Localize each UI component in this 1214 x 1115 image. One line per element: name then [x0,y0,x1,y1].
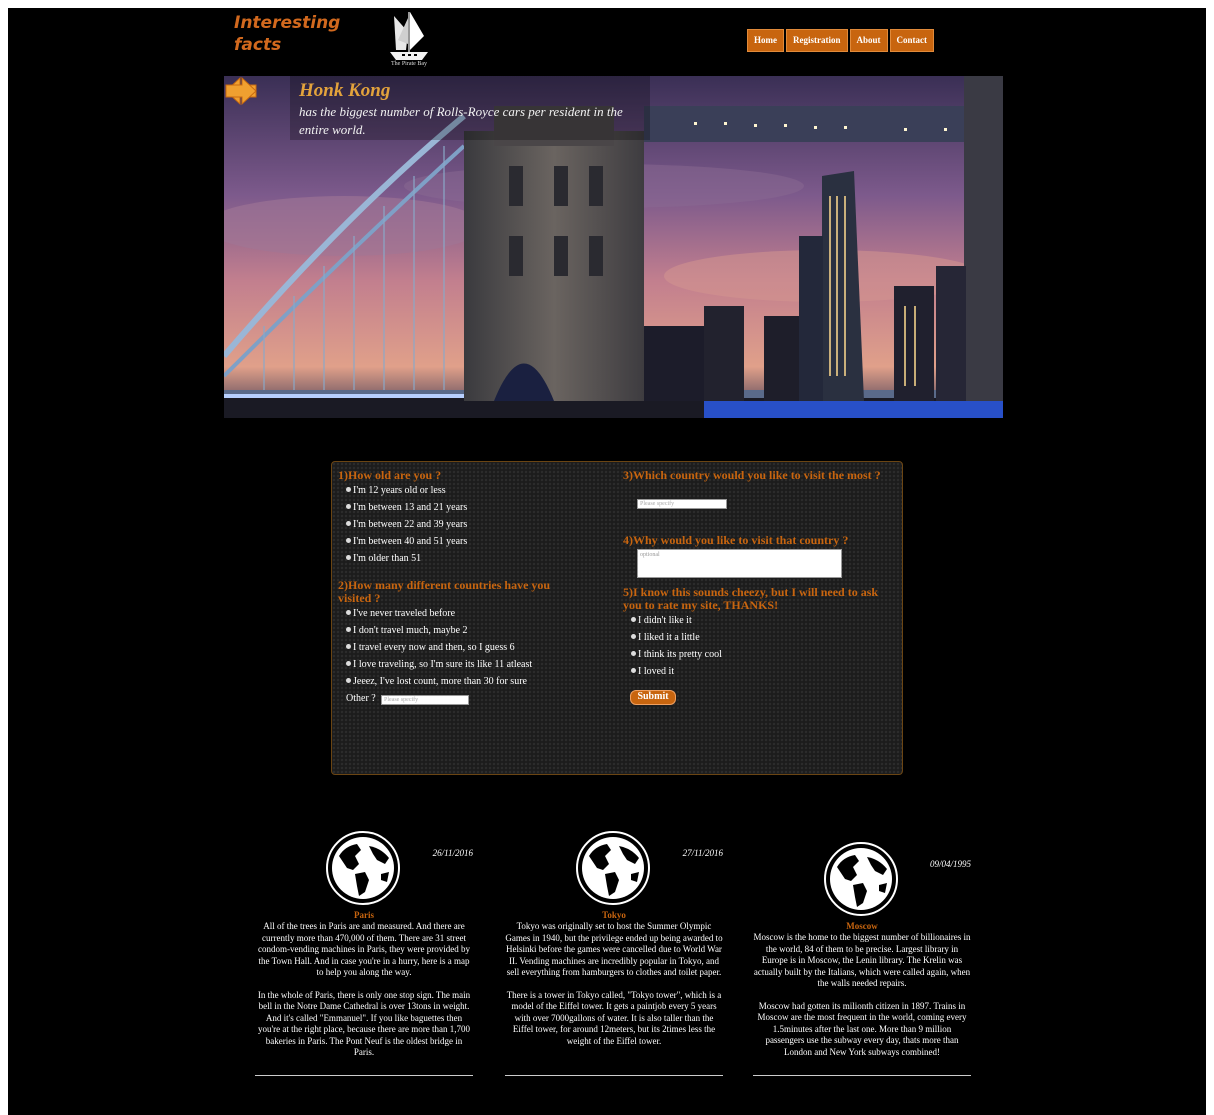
q1-option-2[interactable]: I'm between 13 and 21 years [346,501,467,515]
radio-icon[interactable] [346,627,351,632]
brand-caption: The Pirate Bay [391,61,427,67]
card-paragraph-2: There is a tower in Tokyo called, "Tokyo… [506,989,722,1046]
question-4-label: 4)Why would you like to visit that count… [623,533,849,547]
question-3-label: 3)Which country would you like to visit … [623,468,881,482]
q2-option-1[interactable]: I've never traveled before [346,607,455,621]
q4-reason-textarea[interactable]: optional [637,549,842,578]
card-paragraph-1: Moscow is the home to the biggest number… [753,932,971,988]
logo-line-2: facts [234,35,282,55]
q2-option-1-label: I've never traveled before [353,608,456,619]
card-paragraph-1: Tokyo was originally set to host the Sum… [505,921,723,977]
card-body: All of the trees in Paris are and measur… [255,921,473,1070]
radio-icon[interactable] [346,538,351,543]
card-city: Paris [354,910,374,920]
main-nav: Home Registration About Contact [747,29,935,52]
q5-option-4[interactable]: I loved it [631,665,674,679]
q1-option-2-label: I'm between 13 and 21 years [353,502,468,513]
q5-option-3-label: I think its pretty cool [638,649,722,660]
q2-option-4-label: I love traveling, so I'm sure its like 1… [353,659,533,670]
fact-title: Honk Kong [299,80,391,101]
q3-country-input[interactable]: Please specify [637,499,727,509]
card-divider [753,1075,971,1076]
radio-icon[interactable] [631,651,636,656]
q1-option-4[interactable]: I'm between 40 and 51 years [346,535,467,549]
q2-option-2[interactable]: I don't travel much, maybe 2 [346,624,468,638]
card-body: Tokyo was originally set to host the Sum… [505,921,723,1058]
q1-option-5-label: I'm older than 51 [353,553,422,564]
card-paragraph-1: All of the trees in Paris are and measur… [258,921,470,977]
q5-option-4-label: I loved it [638,666,675,677]
city-card-tokyo: 27/11/2016 Tokyo Tokyo was originally se… [505,828,723,1083]
q2-other-input[interactable]: Please specify [381,695,469,705]
nav-contact[interactable]: Contact [889,29,935,52]
globe-icon [576,831,650,905]
q2-option-4[interactable]: I love traveling, so I'm sure its like 1… [346,658,532,672]
q1-option-3[interactable]: I'm between 22 and 39 years [346,518,467,532]
radio-icon[interactable] [346,678,351,683]
q5-option-2-label: I liked it a little [638,632,700,643]
q1-option-3-label: I'm between 22 and 39 years [353,519,468,530]
q5-option-2[interactable]: I liked it a little [631,631,700,645]
card-divider [505,1075,723,1076]
radio-icon[interactable] [346,644,351,649]
radio-icon[interactable] [631,634,636,639]
arrow-right-icon[interactable] [224,76,258,106]
card-paragraph-2: In the whole of Paris, there is only one… [257,989,471,1058]
card-divider [255,1075,473,1076]
card-date: 09/04/1995 [929,859,971,869]
image-slider: Honk Kong has the biggest number of Roll… [224,76,1003,418]
city-card-paris: 26/11/2016 Paris All of the trees in Par… [255,828,473,1083]
q5-option-3[interactable]: I think its pretty cool [631,648,722,662]
survey-form: 1)How old are you ? I'm 12 years old or … [331,461,903,775]
globe-icon [326,831,400,905]
radio-icon[interactable] [631,668,636,673]
logo-line-1: Interesting [234,13,341,33]
radio-icon[interactable] [346,504,351,509]
card-body: Moscow is the home to the biggest number… [753,932,971,1069]
radio-icon[interactable] [346,487,351,492]
city-card-moscow: 09/04/1995 Moscow Moscow is the home to … [753,828,971,1083]
q2-other-label: Other ? [346,693,376,704]
nav-home[interactable]: Home [747,29,784,52]
question-2-label: 2)How many different countries have you … [338,578,551,605]
q2-option-3[interactable]: I travel every now and then, so I guess … [346,641,515,655]
question-1-label: 1)How old are you ? [338,468,442,482]
card-city: Moscow [846,921,878,931]
radio-icon[interactable] [346,555,351,560]
radio-icon[interactable] [631,617,636,622]
submit-button[interactable]: Submit [630,690,676,705]
q2-option-5[interactable]: Jeeez, I've lost count, more than 30 for… [346,675,527,689]
q5-option-1-label: I didn't like it [638,615,692,626]
q5-option-1[interactable]: I didn't like it [631,614,692,628]
q2-option-2-label: I don't travel much, maybe 2 [353,625,468,636]
question-5-label: 5)I know this sounds cheezy, but I will … [623,585,879,612]
fact-text: has the biggest number of Rolls-Royce ca… [299,104,623,137]
card-city: Tokyo [602,910,626,920]
page: Interesting facts The Pirate Bay Home Re… [8,8,1206,1115]
site-logo-text[interactable]: Interesting facts [234,12,340,56]
card-date: 26/11/2016 [432,848,473,858]
q1-option-1-label: I'm 12 years old or less [353,485,446,496]
radio-icon[interactable] [346,610,351,615]
q2-option-5-label: Jeeez, I've lost count, more than 30 for… [353,676,527,687]
radio-icon[interactable] [346,521,351,526]
globe-icon [824,842,898,916]
q1-option-4-label: I'm between 40 and 51 years [353,536,468,547]
card-date: 27/11/2016 [682,848,723,858]
q1-option-5[interactable]: I'm older than 51 [346,552,421,566]
card-paragraph-2: Moscow had gotten its milionth citizen i… [757,1000,967,1057]
q2-option-3-label: I travel every now and then, so I guess … [353,642,515,653]
nav-registration[interactable]: Registration [786,29,848,52]
q1-option-1[interactable]: I'm 12 years old or less [346,484,446,498]
nav-about[interactable]: About [849,29,888,52]
radio-icon[interactable] [346,661,351,666]
